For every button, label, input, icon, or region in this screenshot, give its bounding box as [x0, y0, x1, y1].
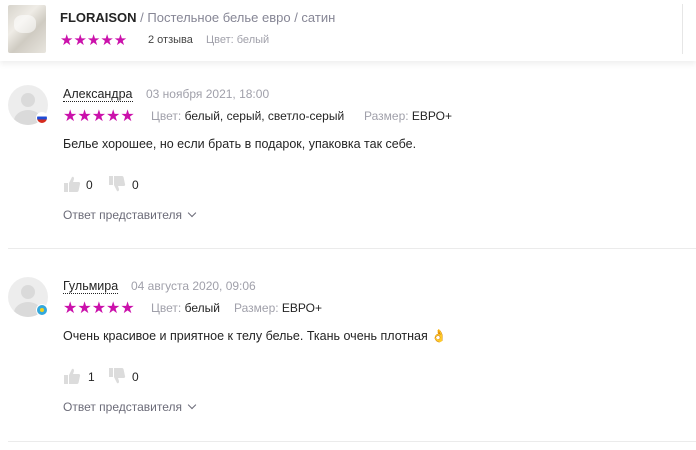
seller-reply-toggle[interactable]: Ответ представителя [63, 400, 197, 414]
seller-reply-label: Ответ представителя [63, 208, 183, 222]
thumbs-down-icon [109, 368, 126, 384]
color-value: белый, серый, светло-серый [184, 109, 345, 123]
thumbs-down-icon [109, 176, 126, 192]
review-text: Белье хорошее, но если брать в подарок, … [63, 137, 417, 151]
seller-reply-label: Ответ представителя [63, 400, 183, 414]
review-date: 04 августа 2020, 09:06 [131, 279, 256, 293]
country-flag-icon [36, 112, 48, 124]
thumbs-up-icon [64, 176, 81, 192]
review-divider [8, 441, 696, 442]
review-text: Очень красивое и приятное к телу белье. … [63, 329, 447, 343]
review-color: Цвет: белый [151, 301, 220, 315]
header-divider [682, 4, 683, 54]
product-color: Цвет: белый [206, 34, 270, 46]
dislike-count: 0 [132, 370, 139, 384]
dislike-button[interactable]: 0 [108, 175, 148, 195]
product-rating-stars: ★★★★★ [60, 32, 128, 49]
product-thumbnail[interactable] [8, 5, 46, 53]
product-header: FLORAISON / Постельное белье евро / сати… [0, 0, 696, 61]
product-title-line: FLORAISON / Постельное белье евро / сати… [60, 10, 335, 25]
color-label: Цвет: [151, 109, 182, 123]
size-label: Размер: [234, 301, 279, 315]
chevron-down-icon [187, 208, 197, 218]
seller-reply-toggle[interactable]: Ответ представителя [63, 208, 197, 222]
color-value: белый [184, 301, 220, 315]
dislike-count: 0 [132, 178, 139, 192]
size-value: ЕВРО+ [281, 301, 323, 315]
review-rating-stars: ★★★★★ [63, 300, 135, 317]
review-author[interactable]: Александра [63, 87, 133, 102]
review-divider [8, 248, 696, 249]
review-date: 03 ноября 2021, 18:00 [146, 87, 270, 101]
like-count: 1 [88, 370, 95, 384]
color-label: Цвет: [151, 301, 182, 315]
thumbs-up-icon [64, 368, 81, 384]
like-button[interactable]: 0 [63, 175, 103, 195]
review-color: Цвет: белый, серый, светло-серый [151, 109, 344, 123]
review-author[interactable]: Гульмира [63, 279, 119, 294]
brand-name[interactable]: FLORAISON [60, 10, 137, 25]
dislike-button[interactable]: 0 [108, 367, 148, 387]
like-count: 0 [86, 178, 93, 192]
product-breadcrumb[interactable]: / Постельное белье евро / сатин [137, 10, 335, 25]
review-rating-stars: ★★★★★ [63, 108, 135, 125]
like-button[interactable]: 1 [63, 367, 103, 387]
country-flag-icon [36, 304, 48, 316]
review-size: Размер: ЕВРО+ [364, 109, 452, 123]
reviews-count: 2 отзыва [148, 34, 193, 46]
size-label: Размер: [364, 109, 409, 123]
chevron-down-icon [187, 400, 197, 410]
size-value: ЕВРО+ [411, 109, 453, 123]
review-size: Размер: ЕВРО+ [234, 301, 322, 315]
